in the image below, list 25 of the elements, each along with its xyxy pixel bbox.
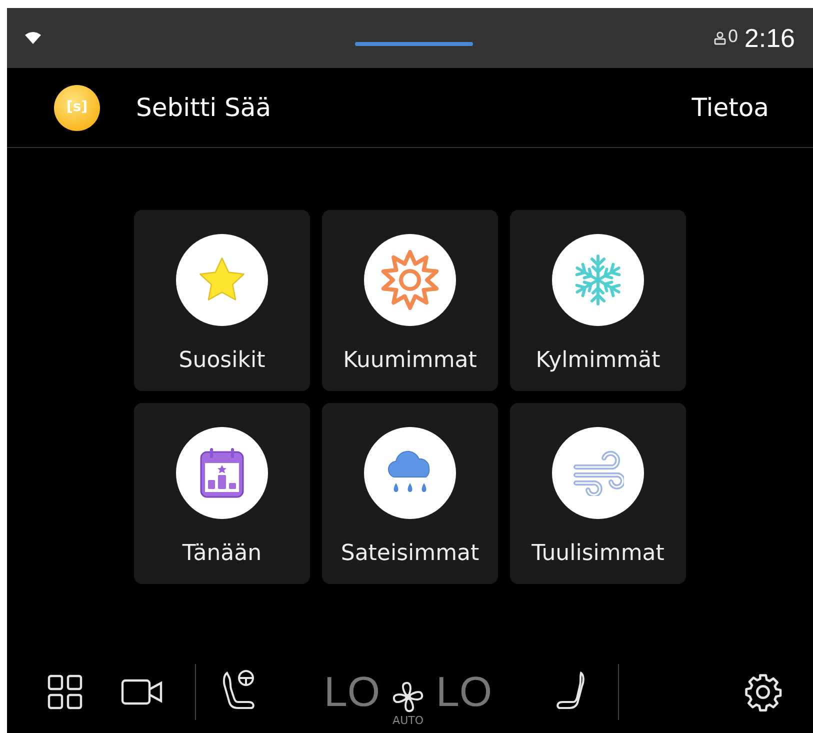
sun-icon <box>380 250 440 310</box>
category-tile[interactable]: Kuumimmat <box>322 210 498 391</box>
calendar-icon <box>198 446 246 500</box>
snowflake-icon <box>573 253 623 307</box>
left-temperature[interactable]: LO <box>324 670 380 712</box>
app-logo: [s] <box>54 84 100 130</box>
wind-icon <box>572 450 624 496</box>
user-count: 0 <box>728 26 738 50</box>
category-tile[interactable]: Sateisimmat <box>322 403 498 584</box>
clock: 2:16 <box>744 22 795 54</box>
apps-grid-icon[interactable] <box>47 674 83 710</box>
category-tile[interactable]: Tuulisimmat <box>510 403 686 584</box>
fan-icon[interactable] <box>392 681 424 713</box>
wifi-icon <box>25 32 41 44</box>
right-temperature[interactable]: LO <box>436 670 492 712</box>
category-tile[interactable]: Suosikit <box>134 210 310 391</box>
person-icon <box>714 31 726 45</box>
settings-icon[interactable] <box>743 672 783 712</box>
app-title: Sebitti Sää <box>136 92 272 124</box>
video-camera-icon[interactable] <box>121 678 163 704</box>
category-tile[interactable]: Tänään <box>134 403 310 584</box>
fan-mode-label: AUTO <box>392 715 424 726</box>
about-link[interactable]: Tietoa <box>692 88 769 126</box>
drag-handle[interactable] <box>355 42 473 46</box>
category-tile[interactable]: Kylmimmät <box>510 210 686 391</box>
